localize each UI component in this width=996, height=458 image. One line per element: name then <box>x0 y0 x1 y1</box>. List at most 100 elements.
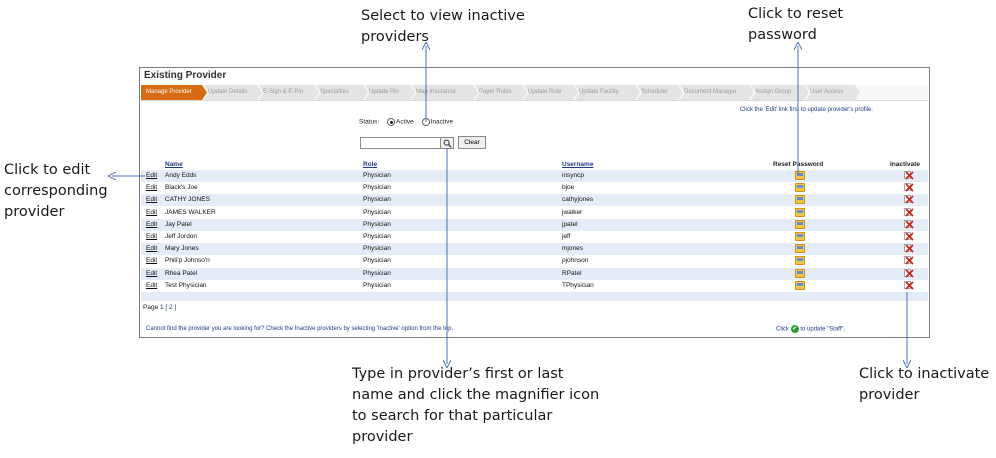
inactivate-x-icon[interactable] <box>904 280 914 290</box>
provider-username: TPhysician <box>562 281 594 289</box>
provider-username: jpatel <box>562 220 578 228</box>
callout-line: provider <box>4 204 65 220</box>
inactivate-x-icon[interactable] <box>904 231 914 241</box>
callout-reset-password: Click to reset password <box>748 4 843 46</box>
inactivate-x-icon[interactable] <box>904 207 914 217</box>
reset-password-icon[interactable] <box>795 268 805 278</box>
reset-password-icon[interactable] <box>795 207 805 217</box>
search-button[interactable] <box>440 137 454 149</box>
callout-line: provider <box>352 429 413 445</box>
tab-e-sign-e-pin[interactable]: E-Sign & E-Pin <box>259 85 319 100</box>
inactivate-x-icon[interactable] <box>904 170 914 180</box>
tab-specialties[interactable]: Specialties <box>316 85 368 100</box>
callout-line: Select to view inactive <box>361 8 525 24</box>
tab-map-insurance[interactable]: Map Insurance <box>412 85 478 100</box>
callout-line: to search for that particular <box>352 408 553 424</box>
provider-name: Rhea Patel <box>165 269 198 277</box>
provider-username: jwalker <box>562 208 583 216</box>
reset-password-icon[interactable] <box>795 280 805 290</box>
table-footer-band <box>141 292 928 301</box>
inactive-radio-label[interactable]: Inactive <box>431 119 453 126</box>
provider-name: Jeff Jordon <box>165 233 198 240</box>
callout-inactive: Select to view inactive providers <box>361 6 525 48</box>
tab-update-role[interactable]: Update Role <box>524 85 578 100</box>
edit-link[interactable]: Edit <box>146 282 157 289</box>
table-row: Edit Black's Joe Physician bjoe <box>141 182 928 194</box>
table-row: Edit Jeff Jordon Physician jeff <box>141 231 928 243</box>
inactivate-x-icon[interactable] <box>904 219 914 229</box>
reset-password-icon[interactable] <box>795 219 805 229</box>
edit-link[interactable]: Edit <box>146 257 157 264</box>
provider-role: Physician <box>363 220 391 228</box>
edit-link[interactable]: Edit <box>146 221 157 228</box>
column-header-username[interactable]: Username <box>562 161 593 168</box>
search-input[interactable] <box>360 137 447 149</box>
table-row: Edit Phili'p Johnso'n Physician pjohnson <box>141 255 928 267</box>
tab-update-details[interactable]: Update Details <box>204 85 262 100</box>
callout-inactivate: Click to inactivate provider <box>859 364 989 406</box>
inactivate-x-icon[interactable] <box>904 243 914 253</box>
tab-scheduler[interactable]: Scheduler <box>637 85 683 100</box>
inactivate-x-icon[interactable] <box>904 182 914 192</box>
reset-password-icon[interactable] <box>795 195 805 205</box>
callout-line: corresponding <box>4 183 108 199</box>
green-check-icon[interactable]: ✔ <box>790 325 799 333</box>
active-radio-label[interactable]: Active <box>396 119 414 126</box>
tab-update-pin[interactable]: Update Pin <box>365 85 415 100</box>
callout-line: password <box>748 27 817 43</box>
reset-password-icon[interactable] <box>795 244 805 254</box>
table-row: Edit Mary Jones Physician mjones <box>141 243 928 256</box>
provider-role: Physician <box>363 208 391 216</box>
edit-link[interactable]: Edit <box>146 196 157 203</box>
edit-link[interactable]: Edit <box>146 172 157 179</box>
provider-role: Physician <box>363 172 391 179</box>
provider-name: Jay Patel <box>165 220 192 228</box>
staff-note-prefix: Click <box>776 326 789 333</box>
reset-password-icon[interactable] <box>795 183 805 193</box>
provider-name: CATHY JONES <box>165 196 210 204</box>
tab-update-facility[interactable]: Update Facility <box>575 85 640 100</box>
clear-button[interactable]: Clear <box>458 136 486 149</box>
reset-password-icon[interactable] <box>795 256 805 266</box>
status-label: Status: <box>359 118 380 126</box>
table-row: Edit Jay Patel Physician jpatel <box>141 218 928 231</box>
edit-link[interactable]: Edit <box>146 270 157 277</box>
reset-password-icon[interactable] <box>795 232 805 241</box>
edit-hint: Click the 'Edit' link first to update pr… <box>739 107 873 113</box>
callout-edit: Click to edit corresponding provider <box>4 160 108 223</box>
inactivate-x-icon[interactable] <box>904 268 914 278</box>
tab-bar: Manage Provider Update Details E-Sign & … <box>141 85 928 101</box>
search-icon <box>443 139 452 148</box>
tab-user-access[interactable]: User Access <box>806 85 860 100</box>
provider-role: Physician <box>363 245 391 253</box>
tab-manage-provider[interactable]: Manage Provider <box>141 85 207 100</box>
inactivate-x-icon[interactable] <box>904 194 914 205</box>
inactive-help-note: Cannot find the provider you are looking… <box>146 326 454 332</box>
provider-name: Black's Joe <box>165 184 198 192</box>
table-row: Edit Andy Edds Physician insyncp <box>141 170 928 182</box>
edit-link[interactable]: Edit <box>146 245 157 252</box>
column-header-inactivate: Inactivate <box>890 161 920 168</box>
tab-document-manager[interactable]: Document Manager <box>680 85 754 100</box>
provider-name: Andy Edds <box>165 172 197 179</box>
edit-link[interactable]: Edit <box>146 184 157 191</box>
column-header-name[interactable]: Name <box>165 161 183 168</box>
provider-username: pjohnson <box>562 257 589 265</box>
column-header-role[interactable]: Role <box>363 161 377 168</box>
page-2-link[interactable]: [ 2 ] <box>165 304 176 311</box>
status-filter: Status: Active Inactive <box>359 118 453 126</box>
edit-link[interactable]: Edit <box>146 233 157 240</box>
provider-role: Physician <box>363 196 391 204</box>
active-radio[interactable] <box>387 118 396 126</box>
reset-password-icon[interactable] <box>795 171 805 180</box>
inactivate-x-icon[interactable] <box>904 255 914 266</box>
tab-assign-group[interactable]: Assign Group <box>751 85 809 100</box>
tab-payer-rules[interactable]: Payer Rules <box>475 85 527 100</box>
edit-link[interactable]: Edit <box>146 209 157 216</box>
page-label: Page 1 <box>143 304 164 311</box>
provider-username: mjones <box>562 245 583 253</box>
provider-role: Physician <box>363 257 391 265</box>
provider-role: Physician <box>363 233 391 240</box>
pagination: Page 1 [ 2 ] <box>143 304 176 311</box>
inactive-radio[interactable] <box>421 118 430 126</box>
